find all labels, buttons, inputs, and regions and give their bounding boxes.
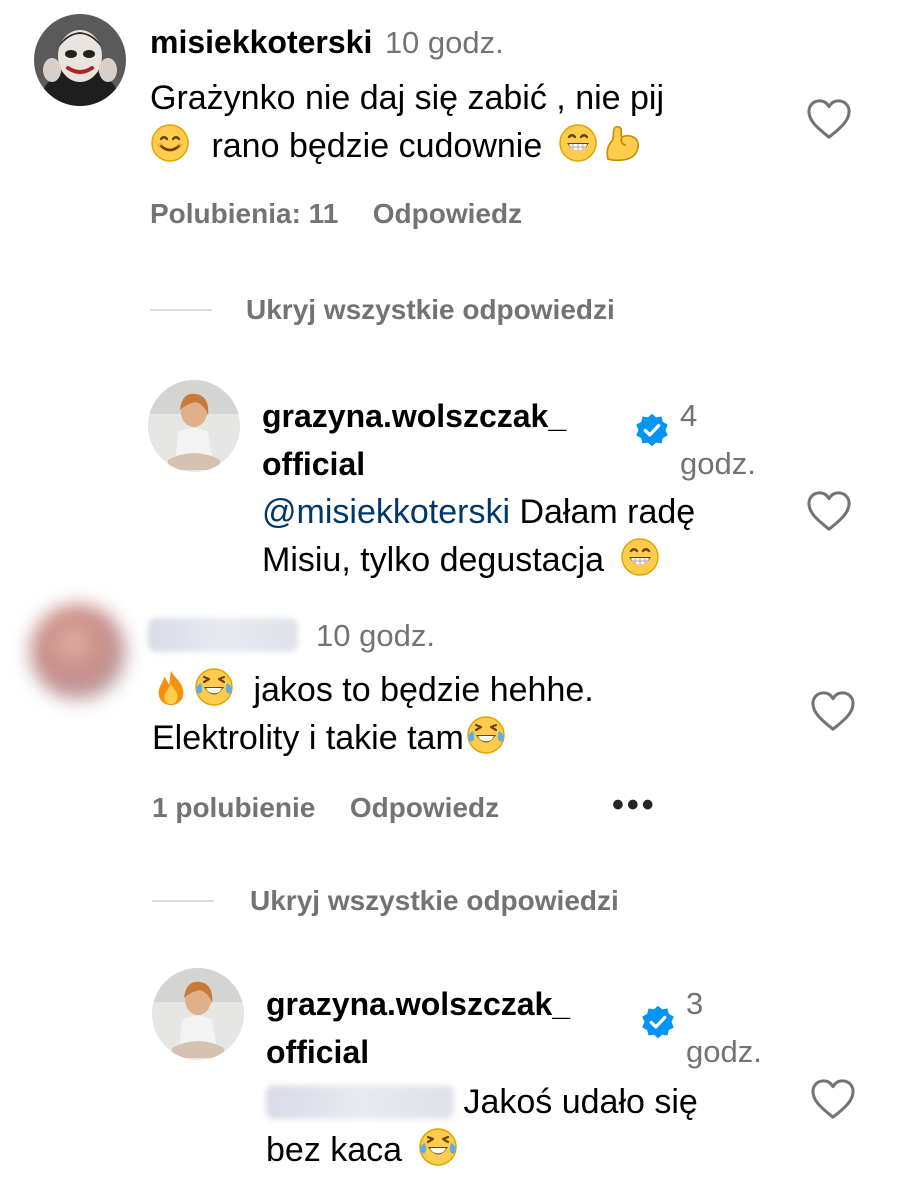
verified-badge-icon [640, 1004, 676, 1040]
reply-text-line-2: bez kaca [266, 1126, 786, 1174]
comment-text-line: Grażynko nie daj się zabić , nie pij [150, 79, 665, 117]
reply-time-line: 3 [686, 986, 704, 1021]
divider-line [152, 900, 214, 902]
reply-button[interactable]: Odpowiedz [350, 792, 499, 823]
reply-text-first: Dałam radę [519, 493, 696, 531]
flexed-biceps-icon [602, 123, 642, 163]
blurred-username[interactable] [148, 618, 298, 657]
more-options-icon[interactable]: ••• [612, 786, 657, 825]
comment-text-second: Elektrolity i takie tam [152, 719, 464, 757]
comment-text: jakos to będzie hehhe. Elektrolity i tak… [152, 666, 792, 762]
heart-outline-icon[interactable] [810, 690, 856, 732]
mention-link[interactable]: @misiekkoterski [262, 493, 510, 531]
avatar-image [30, 604, 126, 700]
reply-time: 3 godz. [686, 980, 762, 1076]
reply-button[interactable]: Odpowiedz [373, 198, 522, 229]
comment-actions: Polubienia: 11 Odpowiedz [150, 198, 522, 230]
reply-text-first: Jakoś udało się [463, 1083, 698, 1121]
grinning-face-icon [620, 537, 660, 577]
reply-text-second: bez kaca [266, 1131, 403, 1169]
avatar[interactable] [34, 14, 126, 106]
tears-of-joy-icon [466, 715, 506, 755]
comment-actions: 1 polubienie Odpowiedz [152, 792, 499, 824]
reply-username-line-2[interactable]: official [262, 440, 642, 488]
divider-line [150, 309, 212, 311]
reply-text-line: @misiekkoterski Dałam radę [262, 488, 782, 536]
reply-username: grazyna.wolszczak_ official [262, 392, 642, 488]
reply-time-line-2: godz. [686, 1034, 762, 1069]
reply-text-second: Misiu, tylko degustacja [262, 541, 605, 579]
likes-count[interactable]: Polubienia: 11 [150, 198, 338, 229]
tears-of-joy-icon [194, 667, 234, 707]
reply-username-line[interactable]: grazyna.wolszczak_ [262, 392, 642, 440]
comment-header: misiekkoterski 10 godz. [150, 24, 504, 61]
hide-replies-button[interactable]: Ukryj wszystkie odpowiedzi [246, 294, 615, 326]
blurred-text [148, 618, 298, 652]
comment-text-first: jakos to będzie hehhe. [253, 671, 594, 709]
comment-text-line-2: rano będzie cudownie [150, 122, 790, 170]
reply-time-line-2: godz. [680, 446, 756, 481]
comment-username[interactable]: misiekkoterski [150, 24, 372, 60]
reply-text-line-2: Misiu, tylko degustacja [262, 536, 782, 584]
tears-of-joy-icon [418, 1127, 458, 1167]
reply-username-line-2[interactable]: official [266, 1028, 646, 1076]
fire-icon [152, 669, 190, 707]
comment-text-second: rano będzie cudownie [211, 127, 543, 165]
likes-count[interactable]: 1 polubienie [152, 792, 315, 823]
heart-outline-icon[interactable] [806, 98, 852, 140]
avatar[interactable] [152, 968, 244, 1060]
comment-time: 10 godz. [316, 618, 435, 653]
verified-badge-icon [634, 412, 670, 448]
heart-outline-icon[interactable] [806, 490, 852, 532]
hide-replies-button[interactable]: Ukryj wszystkie odpowiedzi [250, 885, 619, 917]
comment-text-line-2: Elektrolity i takie tam [152, 714, 792, 762]
avatar[interactable] [148, 380, 240, 472]
reply-username: grazyna.wolszczak_ official [266, 980, 646, 1076]
blurred-mention[interactable] [266, 1085, 454, 1119]
reply-time: 4 godz. [680, 392, 756, 488]
reply-text-line: Jakoś udało się [266, 1078, 786, 1126]
reply-time-line: 4 [680, 398, 698, 433]
reply-text: Jakoś udało się bez kaca [266, 1078, 786, 1174]
reply-username-line[interactable]: grazyna.wolszczak_ [266, 980, 646, 1028]
comment-text: Grażynko nie daj się zabić , nie pij ran… [150, 74, 790, 170]
smiling-face-icon [150, 123, 190, 163]
avatar[interactable] [30, 604, 126, 700]
grinning-face-icon [558, 123, 598, 163]
reply-text: @misiekkoterski Dałam radę Misiu, tylko … [262, 488, 782, 584]
heart-outline-icon[interactable] [810, 1078, 856, 1120]
comment-text-line: jakos to będzie hehhe. [152, 666, 792, 714]
comment-time: 10 godz. [384, 25, 504, 60]
